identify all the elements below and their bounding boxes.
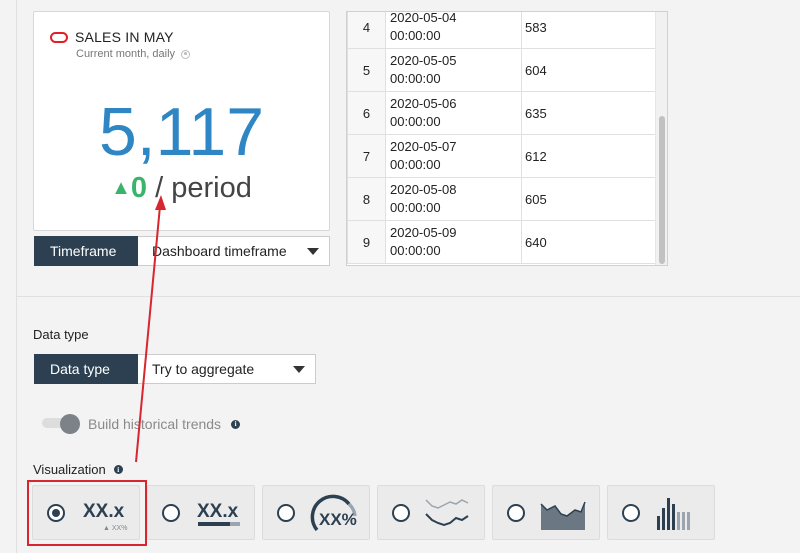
viz-option-text: XX.x xyxy=(197,501,239,522)
trend-value: 0 xyxy=(130,172,148,204)
gauge-icon: XX% xyxy=(310,494,357,532)
table-row: 5 2020-05-05 00:00:00 604 xyxy=(347,48,657,92)
row-date-day: 2020-05-04 xyxy=(390,11,457,25)
toggle-knob xyxy=(60,414,80,434)
radio-unselected[interactable] xyxy=(392,504,410,522)
row-date-day: 2020-05-07 xyxy=(390,139,457,154)
widget-preview-card: SALES IN MAY Current month, daily 5,117 … xyxy=(33,11,330,231)
viz-option-gauge[interactable]: XX% xyxy=(262,485,370,540)
table-row: 8 2020-05-08 00:00:00 605 xyxy=(347,177,657,221)
row-date: 2020-05-05 00:00:00 xyxy=(385,48,522,92)
number-bar-icon: XX.x xyxy=(197,501,240,526)
row-date-time: 00:00:00 xyxy=(390,200,441,215)
row-index: 5 xyxy=(347,48,386,92)
info-icon[interactable]: i xyxy=(231,419,241,429)
info-icon[interactable] xyxy=(181,49,191,59)
info-icon[interactable]: i xyxy=(113,465,123,474)
data-type-label: Data type xyxy=(34,354,138,384)
row-date-day: 2020-05-05 xyxy=(390,53,457,68)
selection-highlight-box xyxy=(27,480,147,546)
table-row: 6 2020-05-06 00:00:00 635 xyxy=(347,91,657,135)
row-index: 9 xyxy=(347,220,386,264)
widget-title: SALES IN MAY xyxy=(75,29,174,45)
viz-option-area-sparkline[interactable] xyxy=(492,485,600,540)
column-sparkline-icon xyxy=(657,498,690,530)
scrollbar-thumb[interactable] xyxy=(659,116,665,264)
row-value: 612 xyxy=(521,134,657,178)
data-type-dropdown[interactable]: Try to aggregate xyxy=(138,354,316,384)
period-text: / period xyxy=(147,172,252,204)
row-date-day: 2020-05-08 xyxy=(390,182,457,197)
row-date-time: 00:00:00 xyxy=(390,243,441,258)
timeframe-selector: Timeframe Dashboard timeframe xyxy=(34,236,330,266)
row-date-time: 00:00:00 xyxy=(390,71,441,86)
trend-up-icon: ▲ xyxy=(111,177,131,199)
row-value: 635 xyxy=(521,91,657,135)
area-sparkline-icon xyxy=(540,501,586,530)
row-date-time: 00:00:00 xyxy=(390,114,441,129)
row-index: 4 xyxy=(347,12,386,49)
radio-unselected[interactable] xyxy=(622,504,640,522)
row-date: 2020-05-09 00:00:00 xyxy=(385,220,522,264)
section-divider xyxy=(17,296,800,297)
historical-trends-label: Build historical trends xyxy=(88,416,222,432)
data-table[interactable]: 4 2020-05-04 00:00:00 583 5 2020-05-05 00:… xyxy=(346,11,668,266)
row-date-time: 00:00:00 xyxy=(390,157,441,172)
table-row: 7 2020-05-07 00:00:00 612 xyxy=(347,134,657,178)
widget-title-row: SALES IN MAY xyxy=(50,29,174,45)
visualization-section-row: Visualization i xyxy=(33,462,123,477)
chevron-down-icon xyxy=(293,365,305,373)
data-type-selector: Data type Try to aggregate xyxy=(34,354,316,384)
historical-trends-row: Build historical trends i xyxy=(88,416,241,432)
visualization-label: Visualization xyxy=(33,462,106,477)
row-index: 7 xyxy=(347,134,386,178)
viz-option-text: XX% xyxy=(319,510,357,529)
widget-trend-row: ▲0 / period xyxy=(34,174,329,203)
data-type-value: Try to aggregate xyxy=(152,361,255,377)
table-row: 4 2020-05-04 00:00:00 583 xyxy=(347,11,657,49)
viz-option-line-sparkline[interactable] xyxy=(377,485,485,540)
row-value: 640 xyxy=(521,220,657,264)
row-value: 583 xyxy=(521,12,657,49)
widget-value: 5,117 xyxy=(98,94,265,170)
row-index: 8 xyxy=(347,177,386,221)
data-type-section-label: Data type xyxy=(33,327,89,342)
timeframe-value: Dashboard timeframe xyxy=(152,243,287,259)
row-date: 2020-05-08 00:00:00 xyxy=(385,177,522,221)
row-date: 2020-05-07 00:00:00 xyxy=(385,134,522,178)
row-date: 2020-05-04 00:00:00 xyxy=(385,11,522,49)
widget-subtitle-row: Current month, daily xyxy=(76,48,191,60)
row-date-time: 00:00:00 xyxy=(390,28,441,43)
table-scrollbar[interactable] xyxy=(655,12,667,265)
row-value: 604 xyxy=(521,48,657,92)
oracle-ring-icon xyxy=(50,31,68,43)
row-index: 6 xyxy=(347,91,386,135)
chevron-down-icon xyxy=(307,247,319,255)
row-date-day: 2020-05-06 xyxy=(390,96,457,111)
row-value: 605 xyxy=(521,177,657,221)
table-row: 9 2020-05-09 00:00:00 640 xyxy=(347,220,657,264)
row-date: 2020-05-06 00:00:00 xyxy=(385,91,522,135)
row-date-day: 2020-05-09 xyxy=(390,225,457,240)
widget-subtitle: Current month, daily xyxy=(76,48,176,60)
radio-unselected[interactable] xyxy=(277,504,295,522)
viz-option-number-with-bar[interactable]: XX.x xyxy=(147,485,255,540)
line-sparkline-icon xyxy=(425,499,469,527)
radio-unselected[interactable] xyxy=(507,504,525,522)
timeframe-label: Timeframe xyxy=(34,236,138,266)
radio-unselected[interactable] xyxy=(162,504,180,522)
timeframe-dropdown[interactable]: Dashboard timeframe xyxy=(138,236,330,266)
viz-option-column-sparkline[interactable] xyxy=(607,485,715,540)
historical-trends-toggle[interactable] xyxy=(42,414,80,434)
